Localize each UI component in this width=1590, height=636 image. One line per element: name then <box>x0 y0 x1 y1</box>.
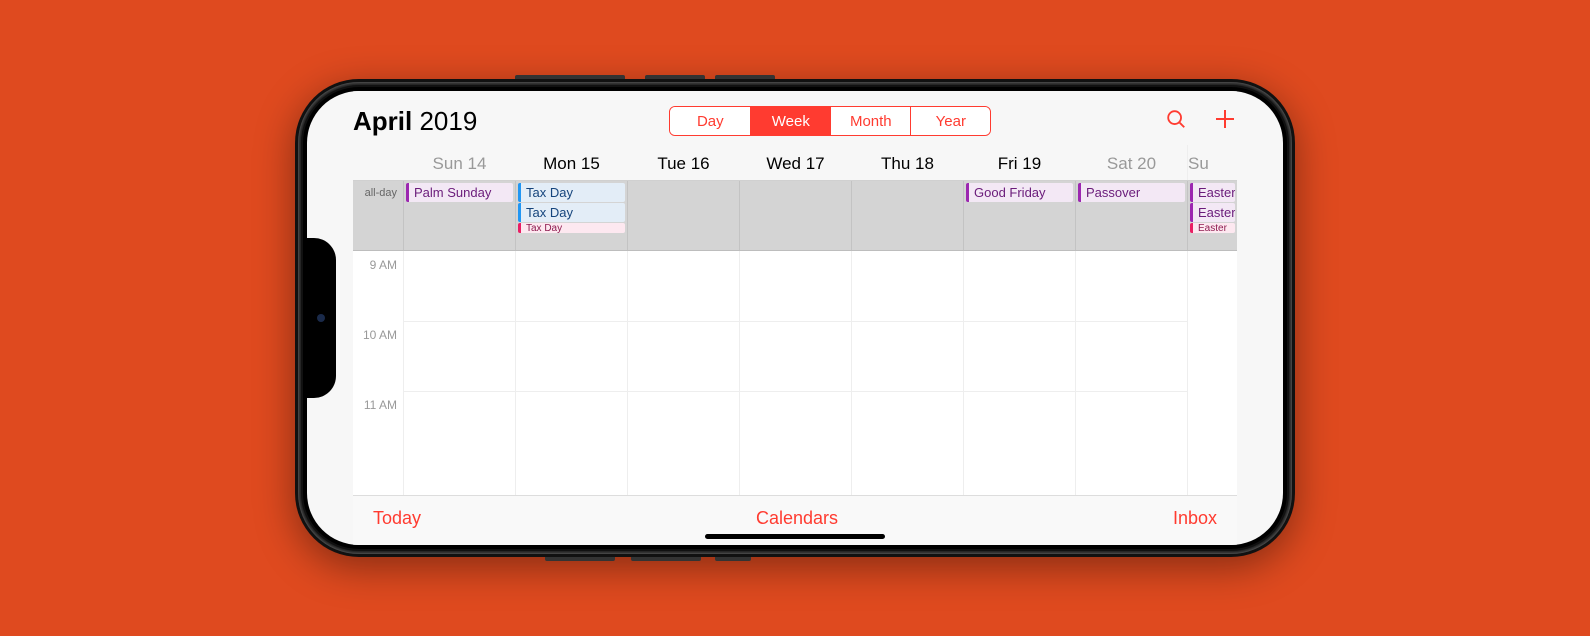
segment-week[interactable]: Week <box>750 107 830 135</box>
day-header-row: Sun 14Mon 15Tue 16Wed 17Thu 18Fri 19Sat … <box>353 145 1237 181</box>
all-day-event[interactable]: Tax Day <box>518 203 625 222</box>
day-column[interactable] <box>1075 251 1187 495</box>
home-indicator[interactable] <box>705 534 885 539</box>
segment-year[interactable]: Year <box>910 107 990 135</box>
title-month: April <box>353 106 412 136</box>
all-day-event[interactable]: Easter <box>1190 183 1235 202</box>
search-icon[interactable] <box>1165 108 1187 135</box>
title-year: 2019 <box>419 106 477 136</box>
all-day-event[interactable]: Good Friday <box>966 183 1073 202</box>
calendars-button[interactable]: Calendars <box>756 508 838 529</box>
all-day-cell[interactable] <box>739 181 851 250</box>
all-day-event[interactable]: Tax Day <box>518 183 625 202</box>
all-day-cell[interactable]: Passover <box>1075 181 1187 250</box>
day-column[interactable] <box>851 251 963 495</box>
add-icon[interactable] <box>1213 107 1237 136</box>
day-column[interactable] <box>1187 251 1237 495</box>
today-button[interactable]: Today <box>373 508 421 529</box>
hour-label: 10 AM <box>353 328 403 398</box>
all-day-event[interactable]: Easter <box>1190 223 1235 233</box>
all-day-cell[interactable]: Good Friday <box>963 181 1075 250</box>
day-column[interactable] <box>515 251 627 495</box>
all-day-cell[interactable]: Palm Sunday <box>403 181 515 250</box>
all-day-row: all-day Palm SundayTax DayTax DayTax Day… <box>353 181 1237 251</box>
inbox-button[interactable]: Inbox <box>1173 508 1217 529</box>
day-header[interactable]: Sat 20 <box>1075 145 1187 180</box>
phone-frame: April 2019 DayWeekMonthYear Sun 14Mon 15… <box>295 79 1295 557</box>
hour-label: 11 AM <box>353 398 403 468</box>
hour-grid[interactable]: 9 AM10 AM11 AM <box>353 251 1237 495</box>
screen: April 2019 DayWeekMonthYear Sun 14Mon 15… <box>307 91 1283 545</box>
segment-day[interactable]: Day <box>670 107 750 135</box>
all-day-event[interactable]: Palm Sunday <box>406 183 513 202</box>
all-day-cell[interactable] <box>851 181 963 250</box>
day-column[interactable] <box>403 251 515 495</box>
page-title: April 2019 <box>353 106 477 137</box>
day-column[interactable] <box>963 251 1075 495</box>
notch <box>307 238 336 398</box>
day-header[interactable]: Thu 18 <box>851 145 963 180</box>
all-day-event[interactable]: Passover <box>1078 183 1185 202</box>
day-header[interactable]: Mon 15 <box>515 145 627 180</box>
day-header[interactable]: Wed 17 <box>739 145 851 180</box>
time-gutter: 9 AM10 AM11 AM <box>353 251 403 495</box>
all-day-event[interactable]: Easter <box>1190 203 1235 222</box>
all-day-cell[interactable] <box>627 181 739 250</box>
all-day-cell[interactable]: EasterEasterEaster <box>1187 181 1237 250</box>
all-day-event[interactable]: Tax Day <box>518 223 625 233</box>
day-header[interactable]: Su <box>1187 145 1237 180</box>
day-header[interactable]: Fri 19 <box>963 145 1075 180</box>
day-column[interactable] <box>627 251 739 495</box>
segment-month[interactable]: Month <box>830 107 910 135</box>
day-header[interactable]: Sun 14 <box>403 145 515 180</box>
all-day-cell[interactable]: Tax DayTax DayTax Day <box>515 181 627 250</box>
header: April 2019 DayWeekMonthYear <box>353 91 1237 145</box>
view-segmented-control: DayWeekMonthYear <box>669 106 991 136</box>
all-day-label: all-day <box>353 181 403 250</box>
hour-label: 9 AM <box>353 258 403 328</box>
day-column[interactable] <box>739 251 851 495</box>
day-header[interactable]: Tue 16 <box>627 145 739 180</box>
